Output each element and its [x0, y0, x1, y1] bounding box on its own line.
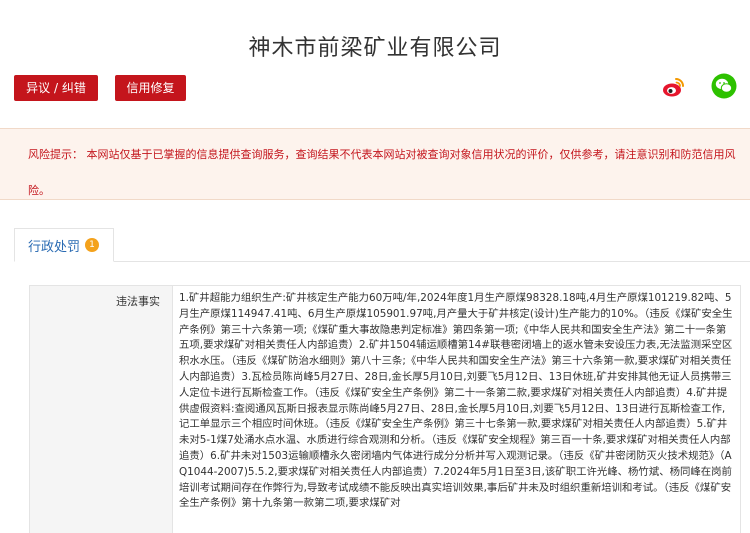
credit-repair-button[interactable]: 信用修复: [115, 75, 186, 101]
detail-label-cell: 违法事实: [30, 286, 173, 533]
tab-bar: 行政处罚 1: [14, 228, 750, 262]
tab-label: 行政处罚: [28, 239, 81, 255]
wechat-icon[interactable]: [711, 73, 737, 99]
penalty-detail-table: 违法事实 1.矿井超能力组织生产:矿井核定生产能力60万吨/年,2024年度1月…: [29, 285, 741, 533]
company-name: 神木市前梁矿业有限公司: [248, 36, 502, 61]
tab-count-badge: 1: [85, 238, 100, 252]
objection-button[interactable]: 异议 / 纠错: [14, 75, 98, 101]
detail-label: 违法事实: [116, 295, 160, 308]
violation-facts-text: 1.矿井超能力组织生产:矿井核定生产能力60万吨/年,2024年度1月生产原煤9…: [179, 292, 733, 510]
risk-warning-box: 风险提示： 本网站仅基于已掌握的信息提供查询服务，查询结果不代表本网站对被查询对…: [0, 128, 750, 200]
tab-administrative-penalty[interactable]: 行政处罚 1: [14, 228, 114, 262]
risk-warning-text: 风险提示： 本网站仅基于已掌握的信息提供查询服务，查询结果不代表本网站对被查询对…: [28, 148, 736, 197]
weibo-icon[interactable]: [661, 74, 687, 100]
